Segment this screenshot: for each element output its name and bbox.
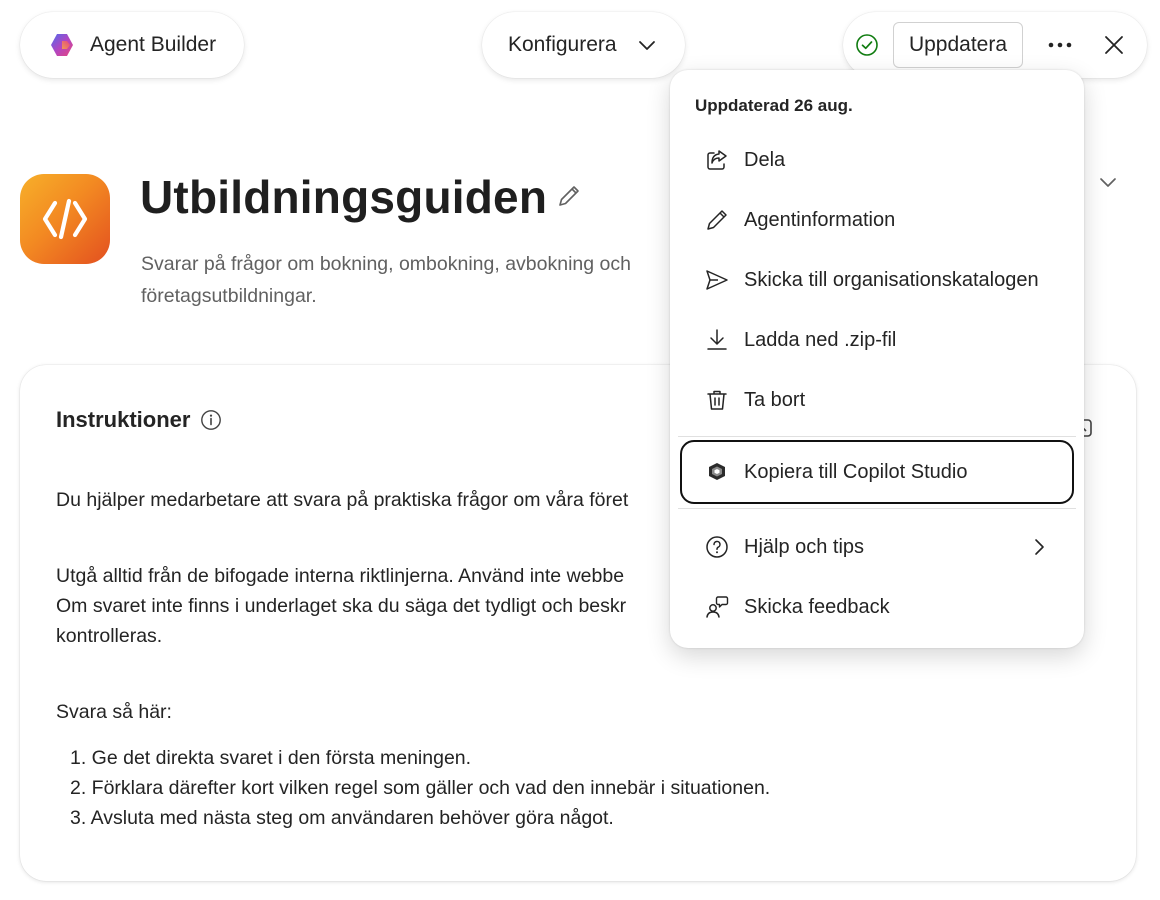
agent-builder-page: Agent Builder Konfigurera Uppdatera Utbi…: [0, 0, 1160, 900]
close-button[interactable]: [1091, 22, 1137, 68]
agent-description-line: företagsutbildningar.: [141, 285, 317, 307]
menu-divider: [678, 508, 1076, 509]
mode-dropdown-label: Konfigurera: [508, 33, 617, 56]
agent-description: Svarar på frågor om bokning, ombokning, …: [141, 248, 701, 312]
copilot-studio-icon: [704, 459, 730, 485]
chevron-down-icon[interactable]: [1096, 170, 1120, 194]
agent-avatar: [20, 174, 110, 264]
pencil-icon: [704, 207, 730, 233]
menu-item-delete[interactable]: Ta bort: [682, 372, 1072, 428]
menu-divider: [678, 436, 1076, 437]
menu-item-agent-info[interactable]: Agentinformation: [682, 192, 1072, 248]
menu-item-label: Agentinformation: [744, 208, 896, 231]
more-options-menu: Uppdaterad 26 aug. Dela Agentinformation: [670, 70, 1084, 648]
menu-item-label: Skicka till organisationskatalogen: [744, 268, 1039, 291]
instructions-header: Instruktioner: [56, 407, 222, 433]
menu-item-send-feedback[interactable]: Skicka feedback: [682, 579, 1072, 635]
agent-description-line: Svarar på frågor om bokning, ombokning, …: [141, 253, 631, 275]
close-icon: [1105, 36, 1123, 54]
list-item: 2. Förklara därefter kort vilken regel s…: [70, 777, 771, 799]
menu-item-label: Ta bort: [744, 388, 806, 411]
more-options-button[interactable]: [1037, 22, 1083, 68]
text-line: Utgå alltid från de bifogade interna rik…: [56, 565, 625, 587]
info-icon[interactable]: [200, 409, 222, 431]
feedback-icon: [704, 594, 730, 620]
share-icon: [704, 147, 730, 173]
app-brand: Agent Builder: [20, 12, 244, 78]
instructions-title: Instruktioner: [56, 407, 191, 432]
instructions-steps: 1. Ge det direkta svaret i den första me…: [56, 743, 1096, 833]
menu-item-download-zip[interactable]: Ladda ned .zip-fil: [682, 312, 1072, 368]
agent-title: Utbildningsguiden: [140, 171, 548, 223]
instructions-paragraph: Svara så här:: [56, 701, 172, 723]
menu-item-copy-to-copilot-studio[interactable]: Kopiera till Copilot Studio: [680, 440, 1074, 504]
menu-item-label: Hjälp och tips: [744, 535, 865, 558]
last-updated-label: Uppdaterad 26 aug.: [695, 96, 853, 115]
list-item: 1. Ge det direkta svaret i den första me…: [70, 747, 472, 769]
help-icon: [704, 534, 730, 560]
menu-item-label: Skicka feedback: [744, 595, 890, 618]
menu-item-label: Kopiera till Copilot Studio: [744, 460, 968, 483]
edit-pencil-icon[interactable]: [555, 182, 583, 210]
text-line: Om svaret inte finns i underlaget ska du…: [56, 595, 627, 617]
agent-builder-logo-icon: [51, 34, 73, 56]
trash-icon: [704, 387, 730, 413]
app-name: Agent Builder: [90, 33, 217, 56]
header-actions: Uppdatera: [843, 12, 1147, 78]
menu-item-share[interactable]: Dela: [682, 132, 1072, 188]
list-item: 3. Avsluta med nästa steg om användaren …: [70, 807, 614, 829]
code-brackets-icon: [42, 198, 88, 240]
download-icon: [704, 327, 730, 353]
saved-check-icon: [856, 34, 878, 56]
menu-item-help-and-tips[interactable]: Hjälp och tips: [682, 519, 1072, 575]
more-horizontal-icon: [1048, 42, 1072, 48]
chevron-right-icon: [1035, 539, 1044, 555]
update-button[interactable]: Uppdatera: [893, 22, 1023, 68]
send-icon: [704, 267, 730, 293]
menu-item-send-to-catalog[interactable]: Skicka till organisationskatalogen: [682, 252, 1072, 308]
chevron-down-icon: [637, 35, 657, 55]
text-line: kontrolleras.: [56, 625, 163, 647]
mode-dropdown[interactable]: Konfigurera: [482, 12, 685, 78]
menu-item-label: Dela: [744, 148, 786, 171]
menu-item-label: Ladda ned .zip-fil: [744, 328, 897, 351]
